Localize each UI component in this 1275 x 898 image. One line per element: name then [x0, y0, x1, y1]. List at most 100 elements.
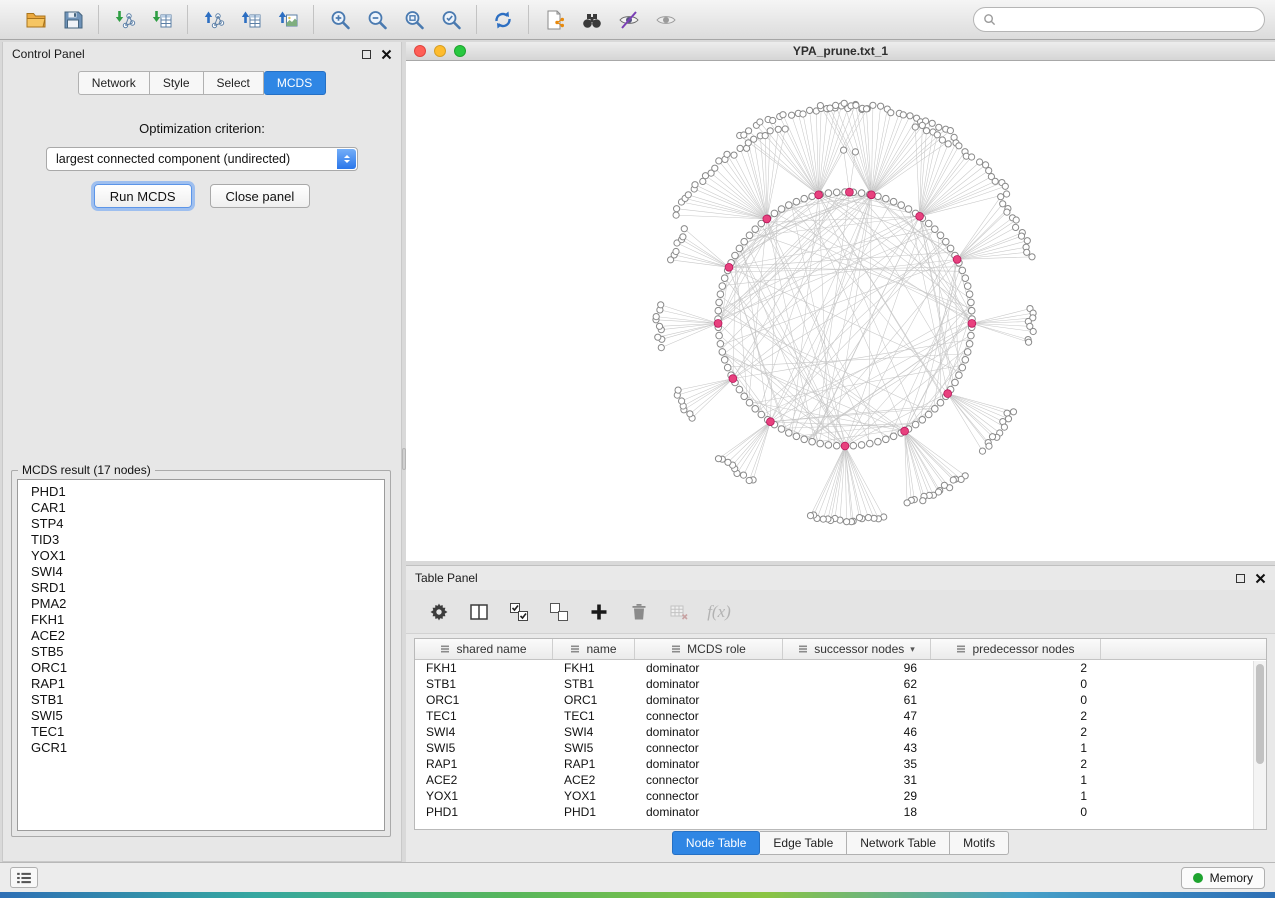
column-header-name[interactable]: name: [553, 639, 635, 659]
table-row[interactable]: ACE2ACE2connector311: [415, 772, 1266, 788]
split-panel-icon[interactable]: [462, 596, 496, 628]
mcds-result-item[interactable]: SRD1: [18, 580, 384, 596]
table-header-row: shared namenameMCDS rolesuccessor nodes▾…: [415, 639, 1266, 660]
window-maximize-icon[interactable]: [454, 45, 466, 57]
network-canvas[interactable]: [406, 61, 1275, 561]
mcds-result-item[interactable]: RAP1: [18, 676, 384, 692]
window-minimize-icon[interactable]: [434, 45, 446, 57]
close-panel-button[interactable]: Close panel: [210, 184, 311, 208]
tab-style[interactable]: Style: [150, 71, 204, 95]
table-row[interactable]: ORC1ORC1dominator610: [415, 692, 1266, 708]
table-row[interactable]: TEC1TEC1connector472: [415, 708, 1266, 724]
table-row[interactable]: SWI5SWI5connector431: [415, 740, 1266, 756]
column-header-predecessor-nodes[interactable]: predecessor nodes: [931, 639, 1101, 659]
tab-select[interactable]: Select: [204, 71, 264, 95]
import-network-icon[interactable]: [106, 5, 143, 35]
mcds-result-item[interactable]: GCR1: [18, 740, 384, 756]
export-image-icon[interactable]: [269, 5, 306, 35]
panel-menu-icon[interactable]: [10, 867, 38, 888]
column-header-mcds-role[interactable]: MCDS role: [635, 639, 783, 659]
window-close-icon[interactable]: [414, 45, 426, 57]
mcds-result-item[interactable]: TEC1: [18, 724, 384, 740]
find-icon[interactable]: [573, 5, 610, 35]
table-row[interactable]: STB1STB1dominator620: [415, 676, 1266, 692]
tab-motifs[interactable]: Motifs: [950, 831, 1009, 855]
mcds-result-item[interactable]: SWI4: [18, 564, 384, 580]
mcds-result-item[interactable]: ORC1: [18, 660, 384, 676]
zoom-fit-icon[interactable]: [395, 5, 432, 35]
table-cell: 62: [783, 677, 931, 691]
toolbar-group: [188, 5, 314, 34]
add-column-icon[interactable]: [582, 596, 616, 628]
run-mcds-button[interactable]: Run MCDS: [94, 184, 192, 208]
mcds-result-item[interactable]: STB1: [18, 692, 384, 708]
table-row[interactable]: RAP1RAP1dominator352: [415, 756, 1266, 772]
table-cell: 46: [783, 725, 931, 739]
delete-table-icon[interactable]: [662, 596, 696, 628]
tab-mcds[interactable]: MCDS: [264, 71, 326, 95]
apply-layout-icon[interactable]: [484, 5, 521, 35]
sort-chevron-icon: ▾: [910, 644, 915, 655]
zoom-in-icon[interactable]: [321, 5, 358, 35]
scrollbar-thumb[interactable]: [1256, 664, 1264, 764]
search-input[interactable]: [1002, 13, 1255, 27]
zoom-out-icon[interactable]: [358, 5, 395, 35]
table-cell: connector: [635, 741, 783, 755]
open-file-icon[interactable]: [17, 5, 54, 35]
table-row[interactable]: PHD1PHD1dominator180: [415, 804, 1266, 820]
mcds-result-item[interactable]: ACE2: [18, 628, 384, 644]
table-row[interactable]: FKH1FKH1dominator962: [415, 660, 1266, 676]
tab-edge-table[interactable]: Edge Table: [760, 831, 847, 855]
mcds-result-box: MCDS result (17 nodes) PHD1CAR1STP4TID3Y…: [11, 463, 391, 837]
mcds-result-item[interactable]: PMA2: [18, 596, 384, 612]
table-cell: 43: [783, 741, 931, 755]
table-cell: YOX1: [415, 789, 553, 803]
mcds-result-item[interactable]: STP4: [18, 516, 384, 532]
export-table-icon[interactable]: [232, 5, 269, 35]
table-cell: RAP1: [415, 757, 553, 771]
mcds-result-item[interactable]: YOX1: [18, 548, 384, 564]
zoom-selected-icon[interactable]: [432, 5, 469, 35]
mcds-result-item[interactable]: SWI5: [18, 708, 384, 724]
table-row[interactable]: SWI4SWI4dominator462: [415, 724, 1266, 740]
search-box[interactable]: [973, 7, 1265, 32]
show-all-icon[interactable]: [647, 5, 684, 35]
table-panel-title: Table Panel: [415, 571, 478, 585]
memory-button[interactable]: Memory: [1181, 867, 1265, 889]
criterion-select[interactable]: largest connected component (undirected): [46, 147, 358, 171]
mcds-result-item[interactable]: FKH1: [18, 612, 384, 628]
mcds-result-item[interactable]: CAR1: [18, 500, 384, 516]
select-all-rows-icon[interactable]: [502, 596, 536, 628]
table-settings-icon[interactable]: [422, 596, 456, 628]
import-table-icon[interactable]: [143, 5, 180, 35]
export-network-icon[interactable]: [195, 5, 232, 35]
column-header-successor-nodes[interactable]: successor nodes▾: [783, 639, 931, 659]
table-cell: ACE2: [415, 773, 553, 787]
network-graph[interactable]: [406, 61, 1275, 561]
mcds-result-item[interactable]: PHD1: [18, 484, 384, 500]
table-scrollbar[interactable]: [1253, 661, 1266, 829]
table-cell: 2: [931, 661, 1101, 675]
column-header-shared-name[interactable]: shared name: [415, 639, 553, 659]
float-table-panel-icon[interactable]: [1236, 574, 1245, 583]
tab-node-table[interactable]: Node Table: [672, 831, 761, 855]
close-panel-icon[interactable]: [381, 49, 392, 60]
tab-network[interactable]: Network: [78, 71, 150, 95]
delete-column-icon[interactable]: [622, 596, 656, 628]
function-builder-icon[interactable]: f(x): [702, 596, 736, 628]
close-table-panel-icon[interactable]: [1255, 573, 1266, 584]
criterion-selected-value: largest connected component (undirected): [56, 152, 290, 166]
hide-selected-icon[interactable]: [610, 5, 647, 35]
mcds-result-item[interactable]: STB5: [18, 644, 384, 660]
mcds-result-list[interactable]: PHD1CAR1STP4TID3YOX1SWI4SRD1PMA2FKH1ACE2…: [17, 479, 385, 831]
mcds-result-item[interactable]: TID3: [18, 532, 384, 548]
table-cell: connector: [635, 773, 783, 787]
network-window-titlebar[interactable]: YPA_prune.txt_1: [406, 42, 1275, 61]
float-panel-icon[interactable]: [362, 50, 371, 59]
table-row[interactable]: YOX1YOX1connector291: [415, 788, 1266, 804]
deselect-all-rows-icon[interactable]: [542, 596, 576, 628]
save-session-icon[interactable]: [54, 5, 91, 35]
tab-network-table[interactable]: Network Table: [847, 831, 950, 855]
clone-network-icon[interactable]: [536, 5, 573, 35]
select-stepper-icon: [337, 149, 356, 169]
